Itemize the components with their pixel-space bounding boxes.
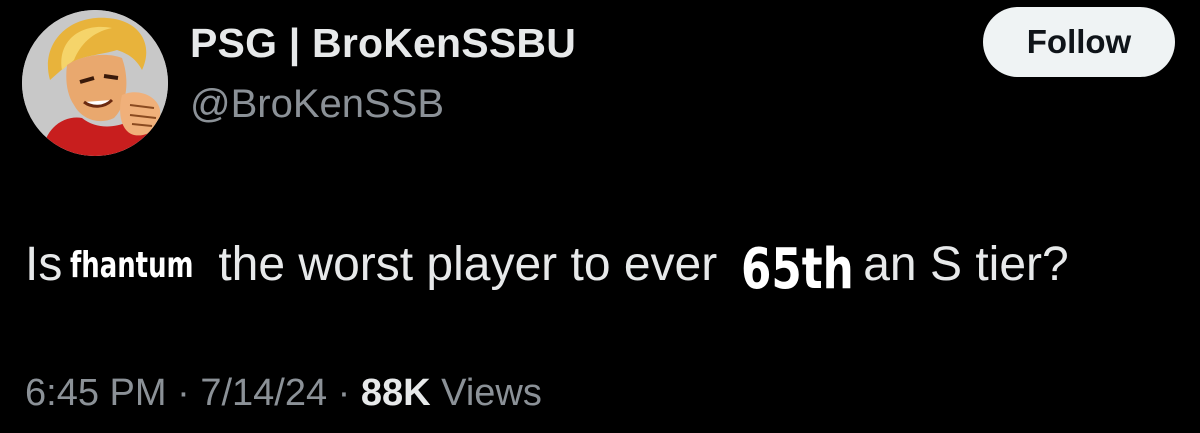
tweet-text: Is fhantum the worst player to ever 65th…: [25, 222, 1069, 302]
views-count: 88K: [360, 372, 431, 414]
views-label: Views: [441, 372, 542, 414]
meta-separator: ·: [337, 372, 351, 414]
tweet-text-prefix: Is: [25, 238, 63, 291]
overlay-name-text: fhantum: [70, 245, 194, 286]
overlay-rank-text: 65th: [741, 237, 855, 302]
tweet-date[interactable]: 7/14/24: [200, 372, 327, 414]
avatar[interactable]: [22, 10, 168, 156]
tweet-text-suffix: an S tier?: [863, 238, 1069, 291]
fighter-portrait-avatar-icon: [22, 10, 168, 156]
meta-separator: ·: [177, 372, 190, 414]
tweet-text-middle: the worst player to ever: [218, 238, 718, 291]
tweet-time[interactable]: 6:45 PM: [25, 372, 167, 414]
tweet-meta: 6:45 PM · 7/14/24 · 88K Views: [25, 372, 542, 415]
author-handle[interactable]: @BroKenSSB: [190, 82, 444, 127]
author-display-name[interactable]: PSG | BroKenSSBU: [190, 20, 576, 67]
follow-button[interactable]: Follow: [983, 7, 1175, 77]
